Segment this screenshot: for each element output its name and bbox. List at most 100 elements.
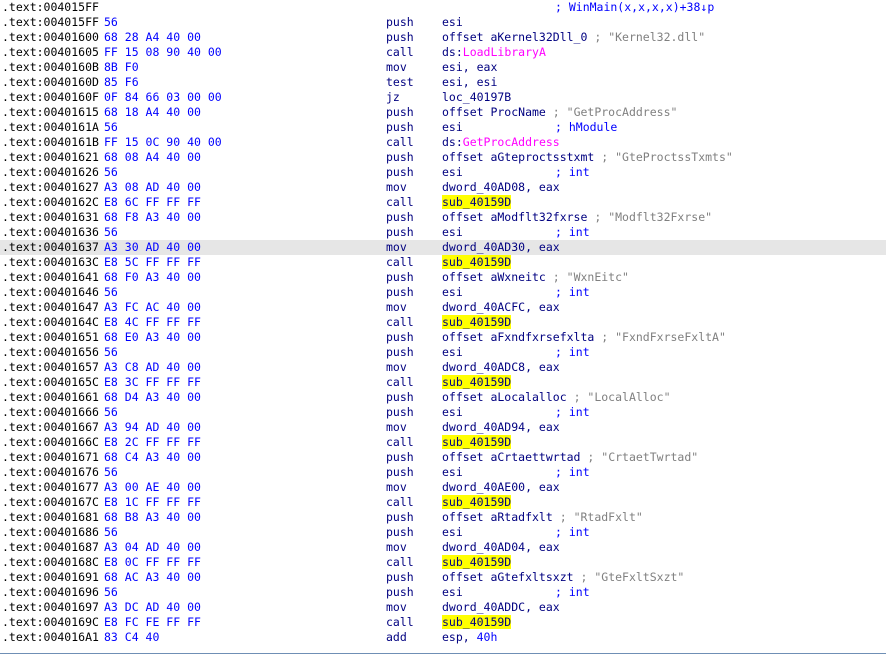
listing-header-row[interactable]: .text:004015FF ; WinMain(x,x,x,x)+38↓p <box>0 0 886 15</box>
instruction-row[interactable]: .text:0040167C E8 1C FF FF FF call sub_4015… <box>0 495 886 510</box>
operand-text[interactable]: offset aGteproctsstxmt <box>442 150 594 164</box>
operand-text[interactable]: offset aFxndfxrsefxlta <box>442 330 594 344</box>
instruction-row[interactable]: .text:00401696 56 push esi ; int <box>0 585 886 600</box>
operand-text[interactable]: offset aModflt32fxrse <box>442 210 587 224</box>
operand-text[interactable]: offset aRtadfxlt <box>442 510 553 524</box>
argument-comment: ; int <box>555 585 590 599</box>
operand-text[interactable]: esi, eax <box>442 60 497 74</box>
disassembly-listing[interactable]: .text:004015FF ; WinMain(x,x,x,x)+38↓p .… <box>0 0 886 654</box>
instruction-row[interactable]: .text:00401656 56 push esi ; int <box>0 345 886 360</box>
instruction-row[interactable]: .text:0040160D 85 F6 test esi, esi <box>0 75 886 90</box>
highlighted-call-target[interactable]: sub_40159D <box>442 615 512 629</box>
instruction-row[interactable]: .text:00401691 68 AC A3 40 00 push offset a… <box>0 570 886 585</box>
instruction-row[interactable]: .text:00401637 A3 30 AD 40 00 mov dword_40A… <box>0 240 886 255</box>
instruction-row[interactable]: .text:00401657 A3 C8 AD 40 00 mov dword_40A… <box>0 360 886 375</box>
xref-comment[interactable]: ; WinMain(x,x,x,x)+38↓p <box>555 0 714 15</box>
operand-text[interactable]: esi, esi <box>442 75 497 89</box>
instruction-row[interactable]: .text:00401636 56 push esi ; int <box>0 225 886 240</box>
operand-text[interactable]: esi <box>442 225 463 239</box>
instruction-row[interactable]: .text:00401671 68 C4 A3 40 00 push offset a… <box>0 450 886 465</box>
instruction-row[interactable]: .text:00401646 56 push esi ; int <box>0 285 886 300</box>
operand-text[interactable]: esi <box>442 525 463 539</box>
instruction-row[interactable]: .text:00401666 56 push esi ; int <box>0 405 886 420</box>
instruction-row[interactable]: .text:0040161B FF 15 0C 90 40 00 call ds:Ge… <box>0 135 886 150</box>
instruction-operands: esp, 40h <box>442 630 497 645</box>
highlighted-call-target[interactable]: sub_40159D <box>442 435 512 449</box>
instruction-row[interactable]: .text:00401627 A3 08 AD 40 00 mov dword_40A… <box>0 180 886 195</box>
instruction-row[interactable]: .text:0040161A 56 push esi ; hModule <box>0 120 886 135</box>
operand-text[interactable]: dword_40ADDC, eax <box>442 600 560 614</box>
operand-text[interactable]: offset aLocalalloc <box>442 390 567 404</box>
operand-text[interactable]: offset ProcName <box>442 105 546 119</box>
operand-text[interactable]: offset aCrtaettwrtad <box>442 450 580 464</box>
instruction-row[interactable]: .text:00401600 68 28 A4 40 00 push offset a… <box>0 30 886 45</box>
instruction-row[interactable]: .text:0040166C E8 2C FF FF FF call sub_4015… <box>0 435 886 450</box>
row-address: .text:00401667 <box>2 420 99 434</box>
operand-text[interactable]: dword_40AD30, eax <box>442 240 560 254</box>
operand-text[interactable]: loc_40197B <box>442 90 511 104</box>
instruction-row[interactable]: .text:00401651 68 E0 A3 40 00 push offset a… <box>0 330 886 345</box>
instruction-row[interactable]: .text:00401647 A3 FC AC 40 00 mov dword_40A… <box>0 300 886 315</box>
operand-text[interactable]: esi <box>442 345 463 359</box>
string-comment: ; "Modflt32Fxrse" <box>594 210 713 224</box>
operand-text[interactable]: esi <box>442 120 463 134</box>
operand-text[interactable]: esi <box>442 465 463 479</box>
instruction-row[interactable]: .text:0040164C E8 4C FF FF FF call sub_4015… <box>0 315 886 330</box>
instruction-row[interactable]: .text:0040162C E8 6C FF FF FF call sub_4015… <box>0 195 886 210</box>
operand-text[interactable]: esi <box>442 585 463 599</box>
instruction-row[interactable]: .text:0040165C E8 3C FF FF FF call sub_4015… <box>0 375 886 390</box>
instruction-row[interactable]: .text:004015FF 56 push esi <box>0 15 886 30</box>
operand-text[interactable]: dword_40AD08, eax <box>442 180 560 194</box>
instruction-row[interactable]: .text:00401676 56 push esi ; int <box>0 465 886 480</box>
instruction-operands: dword_40AD94, eax <box>442 420 560 435</box>
operand-text[interactable]: ds: <box>442 135 463 149</box>
highlighted-call-target[interactable]: sub_40159D <box>442 555 512 569</box>
instruction-row[interactable]: .text:00401681 68 B8 A3 40 00 push offset a… <box>0 510 886 525</box>
instruction-row[interactable]: .text:00401615 68 18 A4 40 00 push offset P… <box>0 105 886 120</box>
import-function-name[interactable]: GetProcAddress <box>463 135 560 149</box>
operand-text[interactable]: esi <box>442 165 463 179</box>
instruction-row[interactable]: .text:00401641 68 F0 A3 40 00 push offset a… <box>0 270 886 285</box>
instruction-row[interactable]: .text:00401605 FF 15 08 90 40 00 call ds:Lo… <box>0 45 886 60</box>
instruction-mnemonic: push <box>386 570 414 584</box>
operand-text[interactable]: dword_40AD94, eax <box>442 420 560 434</box>
instruction-row[interactable]: .text:0040160B 8B F0 mov esi, eax <box>0 60 886 75</box>
instruction-row[interactable]: .text:0040163C E8 5C FF FF FF call sub_4015… <box>0 255 886 270</box>
row-address: .text:0040163C <box>2 255 99 269</box>
row-address: .text:004016A1 <box>2 630 99 644</box>
operand-text[interactable]: dword_40ACFC, eax <box>442 300 560 314</box>
instruction-row[interactable]: .text:00401661 68 D4 A3 40 00 push offset a… <box>0 390 886 405</box>
instruction-row[interactable]: .text:0040169C E8 FC FE FF FF call sub_4015… <box>0 615 886 630</box>
instruction-row[interactable]: .text:00401621 68 08 A4 40 00 push offset a… <box>0 150 886 165</box>
instruction-row[interactable]: .text:00401667 A3 94 AD 40 00 mov dword_40A… <box>0 420 886 435</box>
instruction-operands: esi, esi <box>442 75 497 90</box>
operand-text[interactable]: dword_40ADC8, eax <box>442 360 560 374</box>
highlighted-call-target[interactable]: sub_40159D <box>442 255 512 269</box>
operand-text[interactable]: dword_40AD04, eax <box>442 540 560 554</box>
instruction-row[interactable]: .text:00401626 56 push esi ; int <box>0 165 886 180</box>
instruction-row[interactable]: .text:00401697 A3 DC AD 40 00 mov dword_40A… <box>0 600 886 615</box>
instruction-row[interactable]: .text:00401686 56 push esi ; int <box>0 525 886 540</box>
instruction-row[interactable]: .text:0040168C E8 0C FF FF FF call sub_4015… <box>0 555 886 570</box>
operand-text[interactable]: esi <box>442 285 463 299</box>
operand-text[interactable]: esi <box>442 405 463 419</box>
instruction-row[interactable]: .text:0040160F 0F 84 66 03 00 00 jz loc_401… <box>0 90 886 105</box>
operand-text[interactable]: offset aKernel32Dll_0 <box>442 30 587 44</box>
instruction-row[interactable]: .text:004016A1 83 C4 40 add esp, 40h <box>0 630 886 645</box>
operand-text[interactable]: dword_40AE00, eax <box>442 480 560 494</box>
import-function-name[interactable]: LoadLibraryA <box>463 45 546 59</box>
instruction-row[interactable]: .text:00401687 A3 04 AD 40 00 mov dword_40A… <box>0 540 886 555</box>
operand-text[interactable]: ds: <box>442 45 463 59</box>
highlighted-call-target[interactable]: sub_40159D <box>442 495 512 509</box>
instruction-row[interactable]: .text:00401677 A3 00 AE 40 00 mov dword_40A… <box>0 480 886 495</box>
operand-text[interactable]: offset aWxneitc <box>442 270 546 284</box>
row-address: .text:004015FF <box>2 15 99 29</box>
operand-text[interactable]: offset aGtefxltsxzt <box>442 570 574 584</box>
operand-text[interactable]: esp, <box>442 630 477 644</box>
highlighted-call-target[interactable]: sub_40159D <box>442 195 512 209</box>
instruction-row[interactable]: .text:00401631 68 F8 A3 40 00 push offset a… <box>0 210 886 225</box>
operand-text[interactable]: esi <box>442 15 463 29</box>
highlighted-call-target[interactable]: sub_40159D <box>442 375 512 389</box>
highlighted-call-target[interactable]: sub_40159D <box>442 315 512 329</box>
row-address: .text:00401641 <box>2 270 99 284</box>
